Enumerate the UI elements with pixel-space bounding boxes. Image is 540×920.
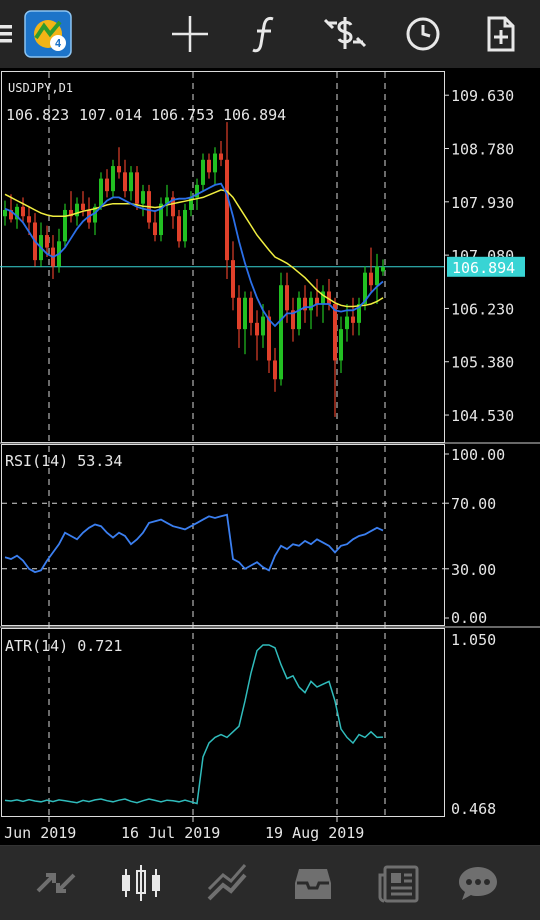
new-document-icon[interactable] — [475, 8, 527, 60]
rsi-level-lines — [2, 502, 444, 570]
rsi-tick-label: 0.00 — [451, 609, 487, 627]
crosshair-icon[interactable] — [164, 8, 216, 60]
rsi-tick-label: 100.00 — [451, 446, 505, 464]
trade-symbol-icon[interactable] — [319, 8, 371, 60]
candle-body — [369, 272, 373, 286]
menu-icon[interactable] — [0, 12, 22, 56]
quotes-icon[interactable] — [32, 859, 80, 907]
time-tick-label: 16 Jul 2019 — [121, 824, 220, 842]
candle-body — [237, 297, 241, 330]
candle-body — [267, 316, 271, 361]
messages-icon[interactable] — [454, 859, 502, 907]
rsi-line — [4, 513, 384, 574]
trade-icon[interactable] — [203, 859, 251, 907]
candle-body — [153, 222, 157, 236]
rsi-label: RSI(14) 53.34 — [5, 452, 122, 470]
candle-body — [285, 285, 289, 311]
candle-body — [111, 166, 115, 192]
rsi-tick-label: 70.00 — [451, 495, 496, 513]
candle-body — [117, 166, 121, 173]
atr-label: ATR(14) 0.721 — [5, 637, 122, 655]
candle-body — [279, 285, 283, 380]
candle-body — [249, 297, 253, 323]
price-tick-label: 109.630 — [451, 87, 514, 105]
chart-area[interactable]: USDJPY,D1 106.823 107.014 106.753 106.89… — [0, 68, 540, 845]
ohlc-low: 106.753 — [151, 106, 214, 124]
candle-body — [345, 316, 349, 330]
time-tick-label: 19 Aug 2019 — [265, 824, 364, 842]
function-icon[interactable] — [240, 8, 292, 60]
price-axis: 109.630108.780107.930107.080106.230105.3… — [444, 87, 514, 425]
candle-body — [315, 297, 319, 305]
candle-body — [231, 260, 235, 298]
candle-body — [135, 172, 139, 204]
candle-body — [183, 209, 187, 242]
candle-body — [225, 159, 229, 261]
bottom-nav — [0, 845, 540, 920]
price-tick-label: 107.930 — [451, 194, 514, 212]
candle-body — [207, 159, 211, 173]
candle-body — [351, 316, 355, 323]
price-tick-label: 105.380 — [451, 354, 514, 372]
atr-axis-min: 0.468 — [451, 800, 496, 818]
candle-body — [105, 178, 109, 192]
atr-line — [4, 644, 384, 805]
history-icon[interactable] — [289, 859, 337, 907]
candle-body — [123, 172, 127, 192]
candle-body — [219, 153, 223, 160]
candle-body — [273, 360, 277, 380]
ohlc-close: 106.894 — [223, 106, 286, 124]
chart-svg[interactable]: USDJPY,D1 106.823 107.014 106.753 106.89… — [0, 68, 540, 845]
ohlc-high: 107.014 — [79, 106, 142, 124]
main-chart-frame — [1, 71, 445, 443]
candle-body — [177, 216, 181, 242]
candlesticks — [3, 122, 385, 417]
candle-body — [201, 159, 205, 185]
candle-body — [141, 191, 145, 204]
candle-body — [99, 178, 103, 207]
candle-body — [255, 322, 259, 336]
mt4-logo-icon[interactable]: 4 — [24, 10, 72, 58]
price-tick-label: 104.530 — [451, 407, 514, 425]
rsi-tick-label: 30.00 — [451, 561, 496, 579]
svg-text:4: 4 — [55, 37, 62, 50]
candle-body — [75, 203, 79, 217]
candle-body — [375, 266, 379, 286]
news-icon[interactable] — [375, 859, 423, 907]
candle-body — [3, 209, 7, 217]
candle-body — [381, 267, 385, 272]
candle-body — [309, 297, 313, 311]
price-tick-label: 106.230 — [451, 300, 514, 318]
candle-body — [333, 304, 337, 361]
candle-body — [45, 235, 49, 248]
candle-body — [297, 297, 301, 330]
current-price-label: 106.894 — [452, 259, 515, 277]
price-tick-label: 108.780 — [451, 141, 514, 159]
candle-body — [81, 203, 85, 210]
atr-axis-max: 1.050 — [451, 631, 496, 649]
top-toolbar: 4 — [0, 0, 540, 68]
time-tick-label: 12 Jun 2019 — [0, 824, 76, 842]
ma-slow-line — [4, 189, 384, 308]
candle-body — [261, 316, 265, 336]
ma-fast-line — [4, 182, 384, 328]
clock-icon[interactable] — [397, 8, 449, 60]
time-axis: 12 Jun 2019 16 Jul 2019 19 Aug 2019 — [0, 816, 364, 842]
candle-body — [63, 209, 67, 242]
candle-body — [339, 329, 343, 361]
symbol-label: USDJPY,D1 — [8, 81, 73, 95]
candle-body — [243, 297, 247, 330]
candle-body — [213, 153, 217, 173]
candle-body — [27, 216, 31, 223]
chart-icon[interactable] — [117, 859, 165, 907]
ohlc-open: 106.823 — [6, 106, 69, 124]
candle-body — [129, 172, 133, 192]
atr-frame — [1, 628, 445, 817]
rsi-axis: 100.00 70.00 30.00 0.00 — [444, 446, 505, 627]
candle-body — [21, 206, 25, 217]
